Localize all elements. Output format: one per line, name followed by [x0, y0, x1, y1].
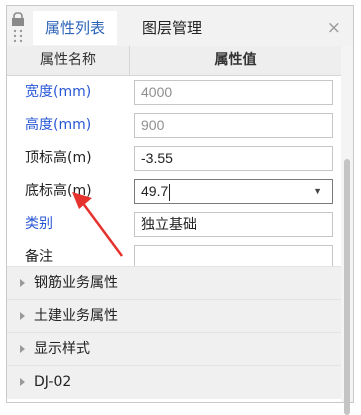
properties-panel: 属性列表 图层管理 × 属性名称 属性值 宽度(mm) 4000 高度(mm) … — [6, 5, 354, 415]
group-civil-properties[interactable]: 土建业务属性 — [7, 299, 341, 333]
property-row-width: 宽度(mm) 4000 — [7, 76, 341, 109]
scrollbar-track[interactable] — [341, 46, 353, 415]
tab-layers[interactable]: 图层管理 — [127, 11, 217, 45]
group-label: 土建业务属性 — [34, 308, 118, 324]
expand-triangle-icon[interactable] — [20, 279, 25, 287]
property-row-height: 高度(mm) 900 — [7, 109, 341, 142]
tab-bar: 属性列表 图层管理 × — [7, 6, 353, 46]
property-value-field[interactable]: -3.55 — [134, 146, 333, 171]
property-value-field[interactable]: 900 — [134, 113, 333, 138]
header-value: 属性值 — [214, 52, 257, 68]
bottom-elevation-combo[interactable]: 49.7 ▼ — [134, 179, 333, 204]
property-name: 高度(mm) — [25, 117, 92, 133]
property-row-top-elevation: 顶标高(m) -3.55 — [7, 142, 341, 175]
property-row-category: 类别 独立基础 — [7, 208, 341, 241]
text-cursor — [169, 183, 171, 201]
property-row-bottom-elevation: 底标高(m) 49.7 ▼ — [7, 175, 341, 208]
property-grid: 属性名称 属性值 宽度(mm) 4000 高度(mm) 900 顶标高(m) -… — [7, 46, 353, 415]
property-name: 宽度(mm) — [25, 84, 92, 100]
lock-icon[interactable] — [9, 11, 27, 45]
group-label: 钢筋业务属性 — [34, 275, 118, 291]
dropdown-caret-icon[interactable]: ▼ — [313, 180, 322, 203]
property-name: 类别 — [25, 216, 53, 232]
header-name: 属性名称 — [7, 46, 130, 75]
grid-header: 属性名称 属性值 — [7, 46, 341, 76]
property-name: 顶标高(m) — [25, 150, 92, 166]
scrollbar-thumb[interactable] — [344, 159, 350, 415]
group-display-style[interactable]: 显示样式 — [7, 332, 341, 366]
expand-triangle-icon[interactable] — [20, 378, 25, 386]
close-icon[interactable]: × — [327, 18, 341, 38]
tab-properties[interactable]: 属性列表 — [33, 11, 117, 45]
group-rebar-properties[interactable]: 钢筋业务属性 — [7, 266, 341, 300]
combo-text: 49.7 — [141, 183, 169, 199]
property-value-field[interactable]: 独立基础 — [134, 212, 333, 237]
group-label: DJ-02 — [34, 374, 72, 390]
property-name: 底标高(m) — [25, 183, 92, 199]
expand-triangle-icon[interactable] — [20, 345, 25, 353]
expand-triangle-icon[interactable] — [20, 312, 25, 320]
property-value-field[interactable]: 4000 — [134, 80, 333, 105]
group-label: 显示样式 — [34, 341, 90, 357]
group-dj-02[interactable]: DJ-02 — [7, 365, 341, 399]
